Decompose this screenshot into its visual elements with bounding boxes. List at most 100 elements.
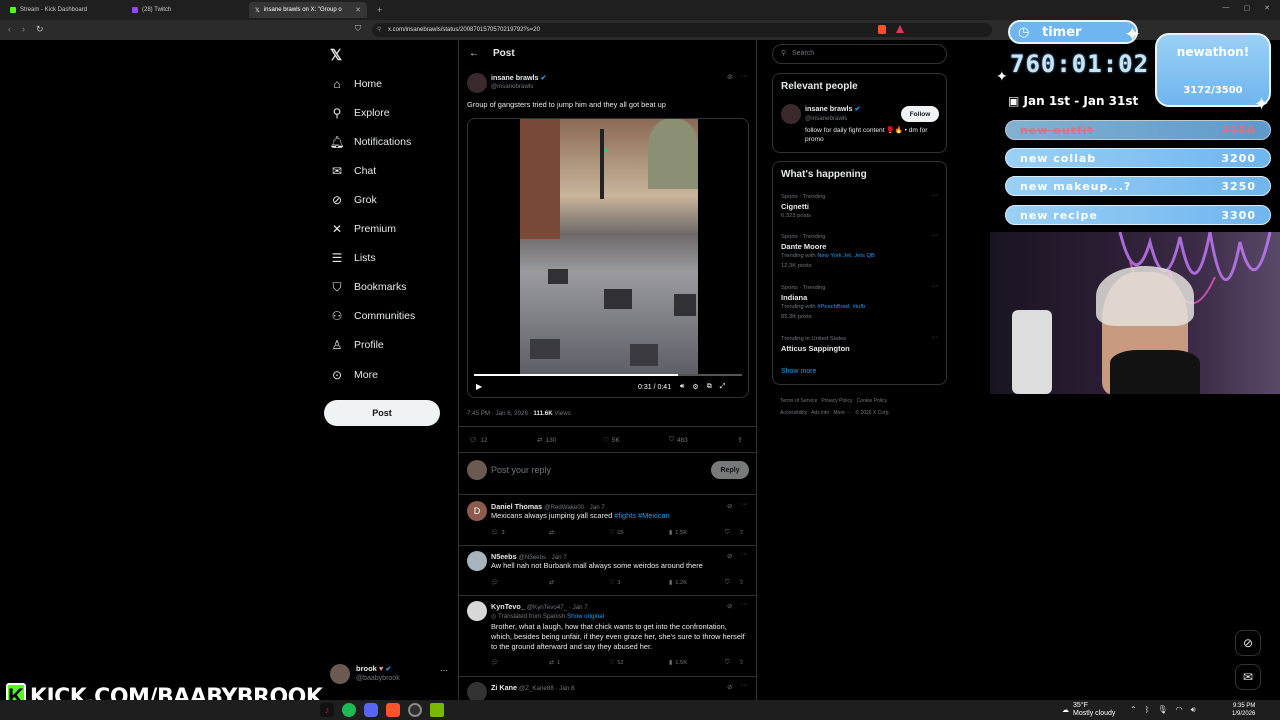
nav-item-grok[interactable]: ⊘ Grok xyxy=(330,190,377,210)
like-action[interactable]: ♡ 12 xyxy=(609,660,624,666)
reply-item[interactable]: D Daniel Thomas @RedWake00 · Jan 7 Mexic… xyxy=(459,495,757,545)
grok-icon[interactable]: ⊘ xyxy=(727,73,733,81)
more-dots-icon[interactable]: ··· xyxy=(931,192,938,199)
nav-item-explore[interactable]: ⚲ Explore xyxy=(330,103,390,123)
video-progress-track[interactable] xyxy=(474,374,742,376)
avatar[interactable] xyxy=(467,682,487,702)
play-icon[interactable]: ▶ xyxy=(476,382,482,391)
show-original-link[interactable]: Show original xyxy=(567,613,604,620)
grok-icon[interactable]: ⊘ xyxy=(727,552,732,560)
search-input[interactable]: ⚲ Search xyxy=(772,44,947,64)
close-tab-icon[interactable]: ✕ xyxy=(355,6,361,14)
footer-link[interactable]: Ads info xyxy=(811,410,829,416)
reply-item[interactable]: N5eebs @N5eebs · Jan 7 Aw hell nah not B… xyxy=(459,545,757,595)
reply-item[interactable]: Zi Kane @Z_Kane88 · Jan 8 ⊘ ··· xyxy=(459,676,757,702)
bookmark-icon[interactable]: ⛉ xyxy=(725,530,729,537)
tab-twitch[interactable]: (28) Twitch xyxy=(126,2,244,18)
new-tab-button[interactable]: + xyxy=(371,2,385,18)
author-avatar[interactable] xyxy=(467,73,487,93)
repost-action[interactable]: ⇄ xyxy=(549,580,557,586)
minimize-icon[interactable]: — xyxy=(1223,4,1230,12)
nav-item-chat[interactable]: ✉ Chat xyxy=(330,161,376,181)
footer-link[interactable]: Accessibility xyxy=(780,410,807,416)
share-icon[interactable]: ⇪ xyxy=(739,580,744,586)
brave-shield-icon[interactable] xyxy=(878,25,886,34)
trend-item[interactable]: Sports · Trending Cignetti 6,323 posts ·… xyxy=(773,190,946,222)
footer-link[interactable]: Terms of Service xyxy=(780,398,817,404)
nav-item-premium[interactable]: ✕ Premium xyxy=(330,219,396,239)
grok-float-button[interactable]: ⊘ xyxy=(1235,630,1261,656)
more-dots-icon[interactable]: ··· xyxy=(931,334,938,341)
like-action[interactable]: ♡ 15 xyxy=(609,530,624,536)
trend-item[interactable]: Sports · Trending Indiana Trending with … xyxy=(773,283,946,323)
nvidia-icon[interactable] xyxy=(430,703,444,717)
post-button[interactable]: Post xyxy=(324,400,440,426)
nav-item-notifications[interactable]: 🔔︎ Notifications xyxy=(329,132,411,152)
trend-item[interactable]: Trending in United States Atticus Sappin… xyxy=(773,334,946,356)
video-player[interactable]: ▶ 0:31 / 0:41 🔊︎ ⚙ ⧉ ⤢ xyxy=(467,118,749,398)
more-dots-icon[interactable]: ··· xyxy=(741,501,748,508)
pip-icon[interactable]: ⧉ xyxy=(707,383,712,391)
messages-float-button[interactable]: ✉ xyxy=(1235,664,1261,690)
more-dots-icon[interactable]: ··· xyxy=(931,232,938,239)
wifi-icon[interactable]: ◠ xyxy=(1176,705,1183,715)
footer-link[interactable]: More ··· xyxy=(833,410,851,416)
person-handle[interactable]: @insanebrawls xyxy=(805,115,847,122)
discord-icon[interactable] xyxy=(364,703,378,717)
more-dots-icon[interactable]: ··· xyxy=(440,666,448,675)
views-action[interactable]: ▮ 1.5K xyxy=(669,660,687,666)
reply-action[interactable]: 💬︎ xyxy=(491,660,501,666)
person-name[interactable]: insane brawls ✔ xyxy=(805,104,861,113)
bookmark-icon[interactable]: ⛉ xyxy=(725,660,729,667)
avatar[interactable] xyxy=(467,601,487,621)
brave-icon[interactable] xyxy=(386,703,400,717)
like-action[interactable]: ♡ 3 xyxy=(609,580,620,586)
repost-action[interactable]: ⇄ 1 xyxy=(549,660,560,666)
maximize-icon[interactable]: ▢ xyxy=(1244,4,1251,12)
reply-button[interactable]: Reply xyxy=(711,461,749,479)
share-icon[interactable]: ⇪ xyxy=(737,436,743,444)
obs-icon[interactable] xyxy=(408,703,422,717)
bluetooth-icon[interactable]: ᛒ xyxy=(1145,705,1150,715)
reply-action[interactable]: 💬︎ xyxy=(491,580,501,586)
bookmark-icon[interactable]: ⛉ xyxy=(725,580,729,587)
x-logo-icon[interactable]: 𝕏 xyxy=(330,46,342,64)
more-dots-icon[interactable]: ··· xyxy=(741,682,748,689)
like-action[interactable]: ♡ 5K xyxy=(603,436,620,445)
avatar[interactable]: D xyxy=(467,501,487,521)
more-dots-icon[interactable]: ··· xyxy=(741,601,748,608)
grok-icon[interactable]: ⊘ xyxy=(727,502,732,510)
nav-item-bookmarks[interactable]: ⛉ Bookmarks xyxy=(330,277,406,297)
tiktok-icon[interactable]: ♪ xyxy=(320,703,334,717)
reply-item[interactable]: KynTevo_ @KynTevo47_ · Jan 7 ◎ Translate… xyxy=(459,595,757,675)
tab-kick-dashboard[interactable]: Stream - Kick Dashboard xyxy=(4,2,122,18)
settings-icon[interactable]: ⚙ xyxy=(692,383,698,391)
volume-icon[interactable]: 🔊︎ xyxy=(1191,705,1196,715)
avatar[interactable] xyxy=(467,551,487,571)
show-more-link[interactable]: Show more xyxy=(781,368,816,375)
fullscreen-icon[interactable]: ⤢ xyxy=(720,383,726,391)
views-action[interactable]: ▮ 1.2K xyxy=(669,580,687,586)
forward-icon[interactable]: › xyxy=(22,24,25,34)
reply-action[interactable]: 💬︎ 12 xyxy=(469,436,488,445)
mic-icon[interactable]: 🎙︎ xyxy=(1158,705,1168,715)
share-icon[interactable]: ⇪ xyxy=(739,660,744,666)
more-dots-icon[interactable]: ··· xyxy=(741,73,748,80)
account-switcher[interactable]: brook ♥ ✔ @baabybrook ··· xyxy=(330,662,450,686)
avatar[interactable] xyxy=(781,104,801,124)
nav-item-lists[interactable]: ☰ Lists xyxy=(330,248,376,268)
reply-input[interactable]: Post your reply xyxy=(491,465,551,475)
nav-item-home[interactable]: ⌂ Home xyxy=(330,74,382,94)
repost-action[interactable]: ⇄ xyxy=(549,530,557,536)
author-handle[interactable]: @insanebrawls xyxy=(491,83,533,90)
volume-icon[interactable]: 🔊︎ xyxy=(680,383,684,391)
reload-icon[interactable]: ↻ xyxy=(36,24,44,35)
views-action[interactable]: ▮ 1.5K xyxy=(669,530,687,536)
back-arrow-icon[interactable]: ← xyxy=(469,48,479,59)
clock[interactable]: 9:35 PM 1/9/2026 xyxy=(1232,702,1255,718)
site-info-icon[interactable]: ⚲ xyxy=(377,23,381,37)
bookmark-action[interactable]: ⛉ 483 xyxy=(669,436,688,444)
grok-icon[interactable]: ⊘ xyxy=(727,602,732,610)
footer-link[interactable]: Cookie Policy xyxy=(857,398,887,404)
close-window-icon[interactable]: ✕ xyxy=(1264,4,1270,12)
